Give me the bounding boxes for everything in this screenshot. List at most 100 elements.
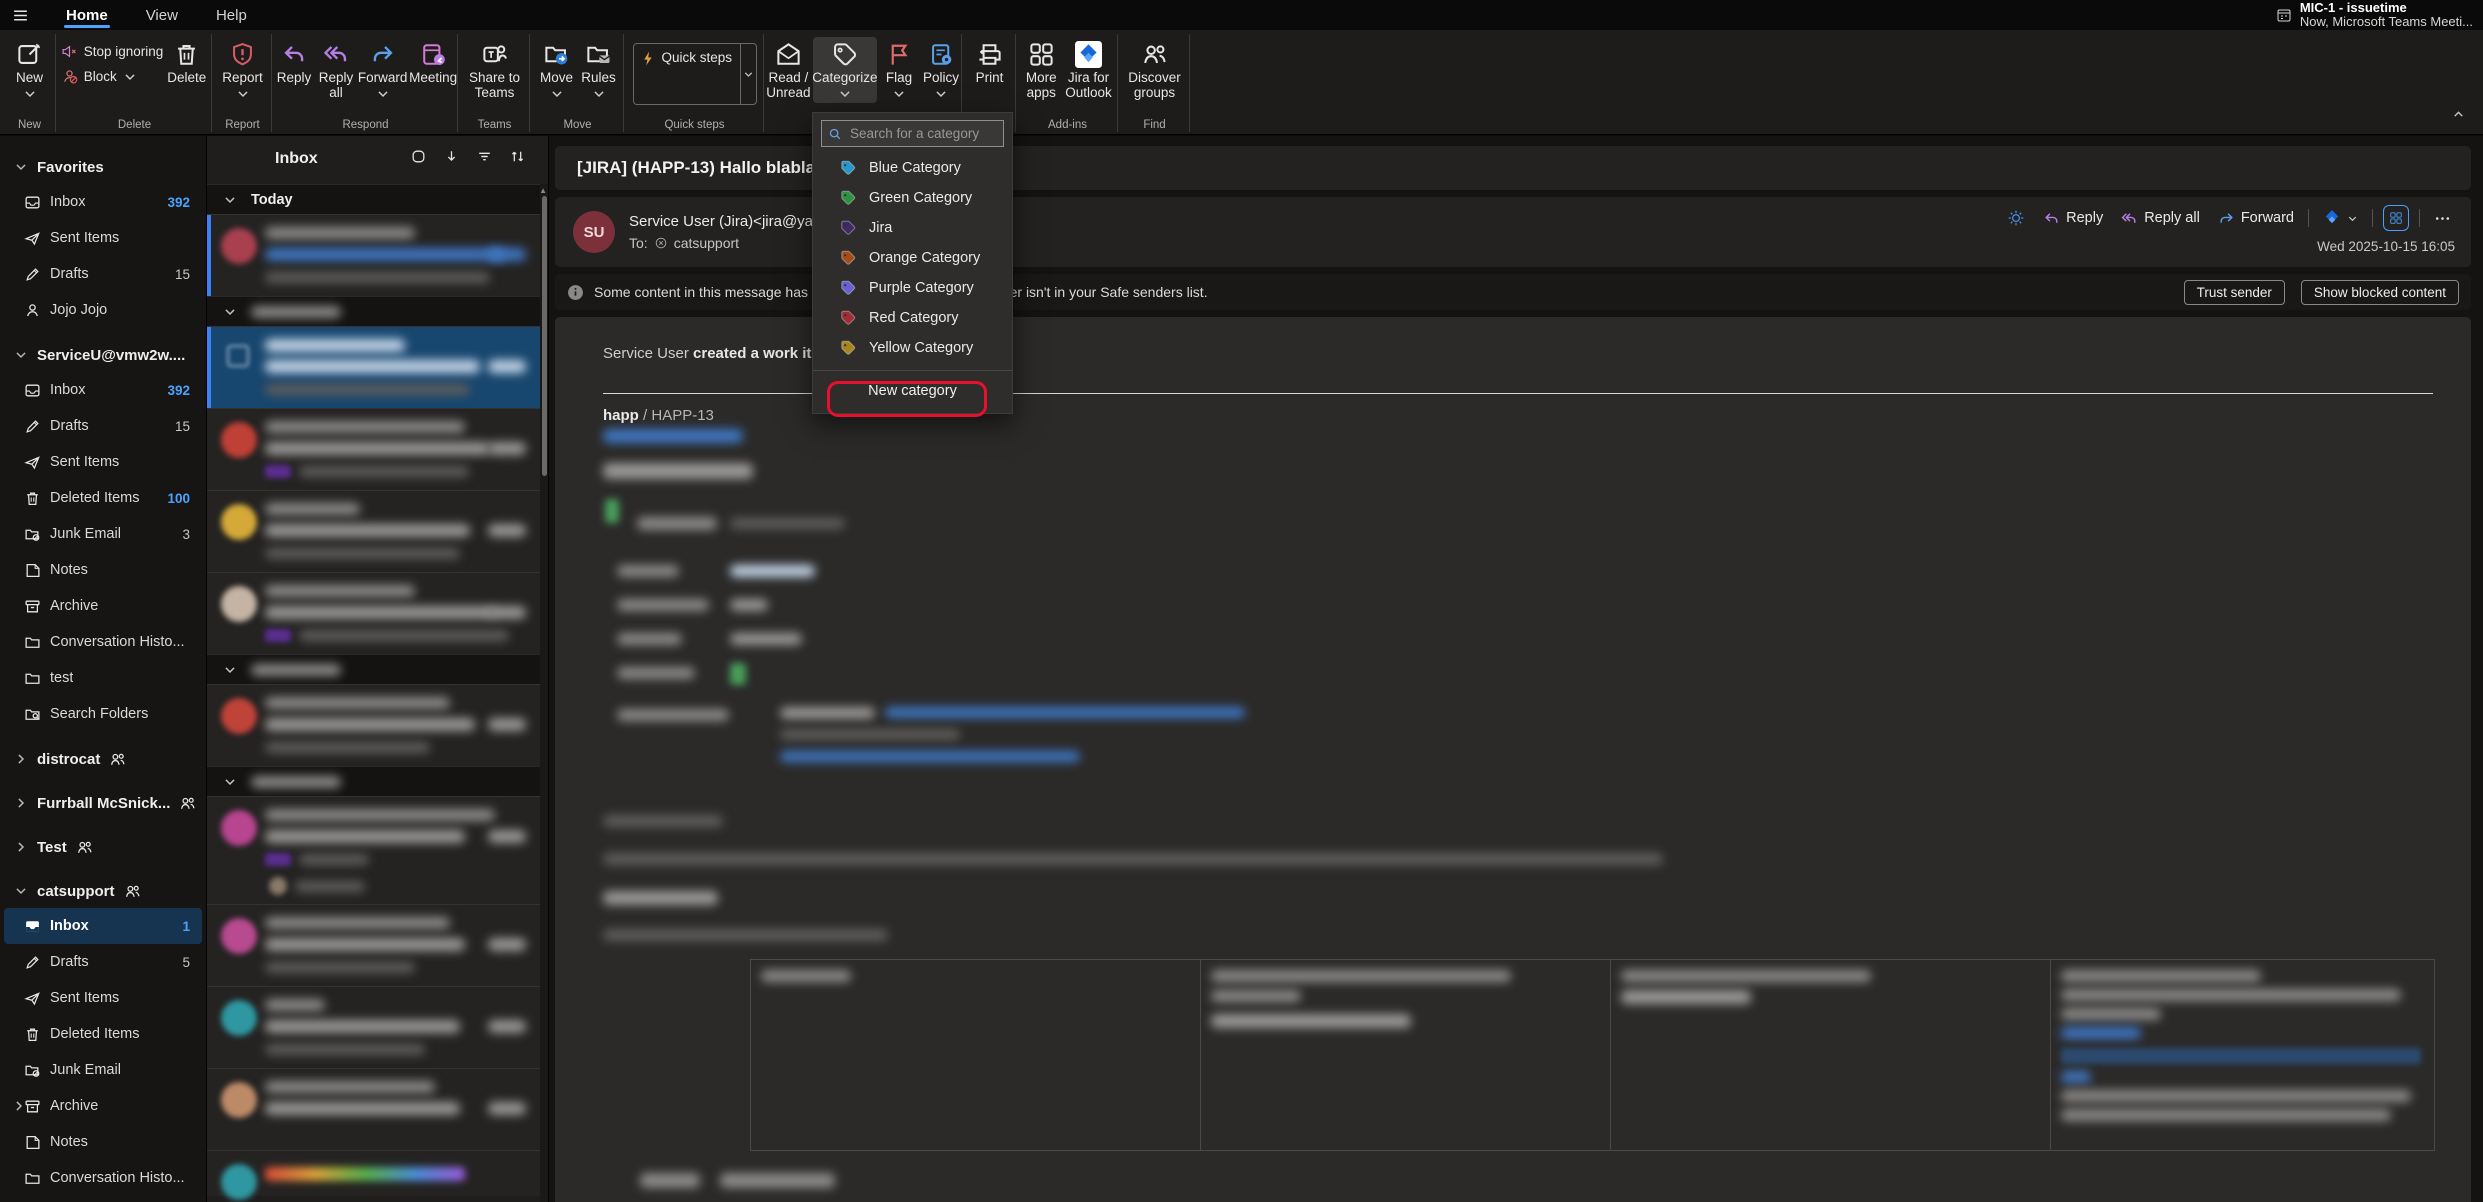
ribbon-button-meeting[interactable]: Meeting: [409, 37, 457, 87]
sidebar-item-favorites-inbox[interactable]: Inbox 392: [4, 184, 202, 220]
chevron-down-icon[interactable]: [14, 348, 28, 362]
ribbon-button-forward[interactable]: Forward: [358, 37, 407, 103]
ribbon-button-flag[interactable]: Flag: [879, 37, 919, 103]
quick-steps-expand[interactable]: [740, 44, 756, 104]
sidebar-section-favorites[interactable]: Favorites: [0, 150, 206, 184]
tab-help[interactable]: Help: [202, 0, 261, 30]
filter-icon[interactable]: [476, 148, 493, 165]
trust-sender-button[interactable]: Trust sender: [2184, 280, 2285, 305]
ribbon-button-more-apps[interactable]: Moreapps: [1021, 37, 1061, 102]
ribbon-button-read-unread[interactable]: Read /Unread: [766, 37, 811, 102]
ribbon-button-jira-for-outlook[interactable]: Jira forOutlook: [1063, 37, 1114, 102]
message-list-item[interactable]: [207, 796, 540, 904]
forward-button[interactable]: Forward: [2214, 208, 2298, 229]
ribbon-button-reply-all[interactable]: Replyall: [316, 37, 356, 102]
sidebar-item-serviceu-vmw2w-sent-items[interactable]: Sent Items: [4, 444, 202, 480]
category-search[interactable]: [821, 120, 1004, 147]
ribbon-button-move[interactable]: Move: [537, 37, 577, 103]
sidebar-section-serviceu-vmw2w[interactable]: ServiceU@vmw2w....: [0, 338, 206, 372]
arrow-down-icon[interactable]: [443, 148, 460, 165]
category-item-purple-category[interactable]: Purple Category: [813, 273, 1012, 303]
sidebar-item-catsupport-conversation-histo[interactable]: Conversation Histo...: [4, 1160, 202, 1196]
reply-all-button[interactable]: Reply all: [2117, 208, 2204, 229]
message-list-item[interactable]: [207, 1068, 540, 1150]
message-list-item[interactable]: [207, 986, 540, 1068]
sidebar-item-serviceu-vmw2w-junk-email[interactable]: Junk Email 3: [4, 516, 202, 552]
scrollbar-thumb[interactable]: [542, 196, 547, 476]
sidebar-item-serviceu-vmw2w-notes[interactable]: Notes: [4, 552, 202, 588]
quick-steps-box[interactable]: Quick steps: [633, 43, 757, 105]
show-blocked-content-button[interactable]: Show blocked content: [2301, 280, 2459, 305]
sidebar-item-serviceu-vmw2w-inbox[interactable]: Inbox 392: [4, 372, 202, 408]
ribbon-button-stop-ignoring[interactable]: Stop ignoring: [61, 43, 164, 60]
sidebar-section-furrball-mcsnick[interactable]: Furrball McSnick...: [0, 786, 206, 820]
ribbon-button-print[interactable]: Print: [970, 37, 1010, 87]
sidebar-item-catsupport-drafts[interactable]: Drafts 5: [4, 944, 202, 980]
sidebar-item-serviceu-vmw2w-test[interactable]: test: [4, 660, 202, 696]
category-search-input[interactable]: [848, 125, 997, 142]
sidebar-item-serviceu-vmw2w-conversation-histo[interactable]: Conversation Histo...: [4, 624, 202, 660]
sidebar-item-favorites-sent-items[interactable]: Sent Items: [4, 220, 202, 256]
reply-button[interactable]: Reply: [2039, 208, 2107, 229]
message-list-item[interactable]: [207, 490, 540, 572]
sidebar-item-serviceu-vmw2w-archive[interactable]: Archive: [4, 588, 202, 624]
chevron-right-icon[interactable]: [14, 752, 28, 766]
menu-icon[interactable]: [0, 0, 40, 30]
ribbon-button-rules[interactable]: Rules: [579, 37, 619, 103]
ribbon-button-categorize[interactable]: Categorize: [813, 37, 877, 103]
sidebar-item-catsupport-archive[interactable]: Archive: [4, 1088, 202, 1124]
sort-icon[interactable]: [509, 148, 526, 165]
sidebar-item-catsupport-notes[interactable]: Notes: [4, 1124, 202, 1160]
sidebar-item-serviceu-vmw2w-search-folders[interactable]: Search Folders: [4, 696, 202, 732]
list-scrollbar[interactable]: ▲: [540, 184, 548, 1202]
meeting-notification[interactable]: MIC-1 - issuetime Now, Microsoft Teams M…: [2276, 1, 2473, 29]
sidebar-item-catsupport-junk-email[interactable]: Junk Email: [4, 1052, 202, 1088]
sidebar-item-serviceu-vmw2w-deleted-items[interactable]: Deleted Items 100: [4, 480, 202, 516]
tab-home[interactable]: Home: [52, 0, 122, 30]
category-item-red-category[interactable]: Red Category: [813, 303, 1012, 333]
ribbon-button-new[interactable]: New: [10, 37, 50, 103]
message-list-item[interactable]: [207, 904, 540, 986]
recipient-name[interactable]: catsupport: [674, 235, 739, 251]
sidebar-item-catsupport-sent-items[interactable]: Sent Items: [4, 980, 202, 1016]
list-group-header[interactable]: [207, 654, 540, 684]
sidebar-section-test[interactable]: Test: [0, 830, 206, 864]
category-item-orange-category[interactable]: Orange Category: [813, 243, 1012, 273]
select-icon[interactable]: [410, 148, 427, 165]
sidebar-item-favorites-drafts[interactable]: Drafts 15: [4, 256, 202, 292]
message-list-item[interactable]: [207, 1150, 540, 1196]
category-item-blue-category[interactable]: Blue Category: [813, 153, 1012, 183]
reading-options-icon[interactable]: [2003, 207, 2029, 229]
ribbon-button-delete[interactable]: Delete: [165, 37, 208, 87]
message-list-item[interactable]: [207, 214, 540, 296]
list-group-header[interactable]: [207, 766, 540, 796]
message-checkbox[interactable]: [227, 345, 249, 367]
category-item-green-category[interactable]: Green Category: [813, 183, 1012, 213]
sidebar-section-distrocat[interactable]: distrocat: [0, 742, 206, 776]
more-actions-icon[interactable]: [2430, 208, 2455, 229]
jira-addin-button[interactable]: [2319, 207, 2362, 229]
chevron-right-icon[interactable]: [14, 796, 28, 810]
message-list-item[interactable]: [207, 572, 540, 654]
sidebar-item-catsupport-deleted-items[interactable]: Deleted Items: [4, 1016, 202, 1052]
sidebar-item-favorites-jojo-jojo[interactable]: Jojo Jojo: [4, 292, 202, 328]
category-item-jira[interactable]: Jira: [813, 213, 1012, 243]
scroll-up-icon[interactable]: ▲: [539, 186, 547, 195]
new-category-item[interactable]: New category: [813, 375, 1012, 407]
category-item-yellow-category[interactable]: Yellow Category: [813, 333, 1012, 363]
chevron-down-icon[interactable]: [14, 884, 28, 898]
message-list-item[interactable]: [207, 684, 540, 766]
sidebar-section-catsupport[interactable]: catsupport: [0, 874, 206, 908]
ribbon-button-block[interactable]: Block: [61, 68, 137, 85]
message-list-item[interactable]: [207, 326, 540, 408]
ribbon-button-discover-groups[interactable]: Discovergroups: [1126, 37, 1183, 102]
ribbon-button-policy[interactable]: Policy: [921, 37, 961, 103]
list-group-header[interactable]: [207, 296, 540, 326]
ribbon-button-report[interactable]: Report: [220, 37, 265, 103]
tab-view[interactable]: View: [132, 0, 192, 30]
chevron-down-icon[interactable]: [14, 160, 28, 174]
apps-grid-icon[interactable]: [2383, 205, 2409, 231]
message-list-item[interactable]: [207, 408, 540, 490]
sidebar-item-catsupport-inbox[interactable]: Inbox 1: [4, 908, 202, 944]
collapse-ribbon-icon[interactable]: [2452, 108, 2465, 126]
